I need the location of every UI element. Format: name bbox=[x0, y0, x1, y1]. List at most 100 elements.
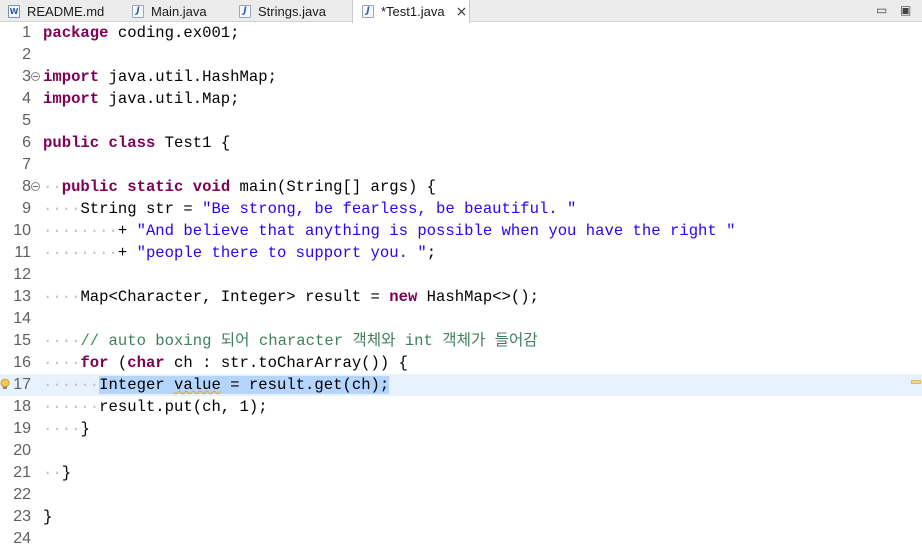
code-text: Map<Character, Integer> result = bbox=[80, 288, 390, 306]
code-line: 7 bbox=[0, 154, 922, 176]
keyword: char bbox=[127, 354, 165, 372]
tab-test1-java[interactable]: J *Test1.java × bbox=[352, 0, 470, 23]
line-number: 23 bbox=[13, 508, 31, 525]
line-number: 4 bbox=[22, 90, 31, 107]
keyword: public bbox=[43, 134, 100, 152]
line-number: 2 bbox=[22, 46, 31, 63]
code-line: 2 bbox=[0, 44, 922, 66]
java-file-icon: J bbox=[362, 5, 374, 18]
line-number: 13 bbox=[13, 288, 31, 305]
line-number: 14 bbox=[13, 310, 31, 327]
code-text: } bbox=[61, 464, 72, 482]
line-number: 16 bbox=[13, 354, 31, 371]
tab-readme[interactable]: W README.md bbox=[8, 0, 104, 22]
code-text: Integer bbox=[99, 376, 175, 394]
code-line: 19 ····} bbox=[0, 418, 922, 440]
line-number: 17 bbox=[13, 376, 31, 393]
fold-toggle-icon[interactable] bbox=[31, 182, 40, 191]
code-text: Test1 { bbox=[155, 134, 231, 152]
line-number: 8 bbox=[22, 178, 31, 195]
keyword: import bbox=[43, 68, 100, 86]
code-comment: // auto boxing 되어 character 객체와 int 객체가 … bbox=[80, 332, 538, 350]
code-line: 9 ····String str = "Be strong, be fearle… bbox=[0, 198, 922, 220]
line-number: 22 bbox=[13, 486, 31, 503]
code-line: 8 ··public static void main(String[] arg… bbox=[0, 176, 922, 198]
selected-text: Integer value = result.get(ch); bbox=[99, 376, 390, 394]
code-line: 4 import java.util.Map; bbox=[0, 88, 922, 110]
keyword: for bbox=[80, 354, 109, 372]
keyword: new bbox=[389, 288, 418, 306]
tab-strings-java[interactable]: J Strings.java bbox=[239, 0, 326, 22]
keyword: static bbox=[127, 178, 184, 196]
code-line: 14 bbox=[0, 308, 922, 330]
java-file-icon: J bbox=[132, 4, 144, 18]
line-number: 21 bbox=[13, 464, 31, 481]
line-number: 9 bbox=[22, 200, 31, 217]
line-number: 5 bbox=[22, 112, 31, 129]
code-text: java.util.Map; bbox=[99, 90, 240, 108]
code-line: 13 ····Map<Character, Integer> result = … bbox=[0, 286, 922, 308]
editor-tab-bar: W README.md J Main.java J Strings.java J… bbox=[0, 0, 922, 23]
string-literal: "Be strong, be fearless, be beautiful. " bbox=[202, 200, 577, 218]
code-line: 12 bbox=[0, 264, 922, 286]
code-text: + bbox=[117, 222, 137, 240]
line-number: 24 bbox=[13, 530, 31, 547]
code-text: } bbox=[80, 420, 90, 438]
code-line: 20 bbox=[0, 440, 922, 462]
code-line: 24 bbox=[0, 528, 922, 550]
line-number: 10 bbox=[13, 222, 31, 239]
code-text: java.util.HashMap; bbox=[99, 68, 277, 86]
overview-ruler-warning-marker[interactable] bbox=[911, 380, 921, 384]
keyword: void bbox=[192, 178, 231, 196]
code-line: 15 ····// auto boxing 되어 character 객체와 i… bbox=[0, 330, 922, 352]
code-text: ; bbox=[426, 244, 437, 262]
close-icon[interactable]: × bbox=[456, 5, 468, 19]
tab-main-java[interactable]: J Main.java bbox=[132, 0, 207, 22]
string-literal: "And believe that anything is possible w… bbox=[136, 222, 736, 240]
code-text: coding.ex001; bbox=[108, 24, 240, 42]
minimize-icon[interactable]: ▭ bbox=[876, 3, 887, 17]
line-number: 19 bbox=[13, 420, 31, 437]
java-file-icon: J bbox=[239, 4, 251, 18]
keyword: class bbox=[108, 134, 156, 152]
code-line: 18 ······result.put(ch, 1); bbox=[0, 396, 922, 418]
code-text: } bbox=[43, 508, 53, 526]
code-line: 16 ····for (char ch : str.toCharArray())… bbox=[0, 352, 922, 374]
tab-label: README.md bbox=[27, 3, 105, 19]
line-number: 12 bbox=[13, 266, 31, 283]
code-text: result.put(ch, 1); bbox=[99, 398, 268, 416]
fold-toggle-icon[interactable] bbox=[31, 72, 40, 81]
line-number: 6 bbox=[22, 134, 31, 151]
keyword: package bbox=[43, 24, 109, 42]
code-line: 10 ········+ "And believe that anything … bbox=[0, 220, 922, 242]
maximize-icon[interactable]: ▣ bbox=[900, 3, 911, 17]
line-number: 18 bbox=[13, 398, 31, 415]
code-text: ( bbox=[108, 354, 128, 372]
code-line: 5 bbox=[0, 110, 922, 132]
code-line: 6 public class Test1 { bbox=[0, 132, 922, 154]
unused-variable: value bbox=[174, 376, 221, 394]
string-literal: "people there to support you. " bbox=[136, 244, 427, 262]
line-number: 3 bbox=[22, 68, 31, 85]
code-line: 11 ········+ "people there to support yo… bbox=[0, 242, 922, 264]
code-line: 1 package coding.ex001; bbox=[0, 22, 922, 44]
code-text: HashMap<>(); bbox=[417, 288, 539, 306]
code-line: 23 } bbox=[0, 506, 922, 528]
code-line: 22 bbox=[0, 484, 922, 506]
code-line: 3 import java.util.HashMap; bbox=[0, 66, 922, 88]
code-text: main(String[] args) { bbox=[230, 178, 437, 196]
tab-label: Main.java bbox=[151, 3, 207, 19]
markdown-file-icon: W bbox=[8, 4, 20, 18]
code-editor[interactable]: 1 package coding.ex001; 2 3 import java.… bbox=[0, 22, 922, 556]
code-line: 21 ··} bbox=[0, 462, 922, 484]
keyword: import bbox=[43, 90, 100, 108]
code-text: ch : str.toCharArray()) { bbox=[164, 354, 408, 372]
tab-label: Strings.java bbox=[258, 3, 326, 19]
line-number: 15 bbox=[13, 332, 31, 349]
line-number: 20 bbox=[13, 442, 31, 459]
code-text: = result.get(ch); bbox=[220, 376, 390, 394]
tab-label: *Test1.java bbox=[381, 4, 445, 19]
keyword: public bbox=[61, 178, 118, 196]
current-line: 17 ······Integer value = result.get(ch); bbox=[0, 374, 922, 396]
code-text: String str = bbox=[80, 200, 203, 218]
